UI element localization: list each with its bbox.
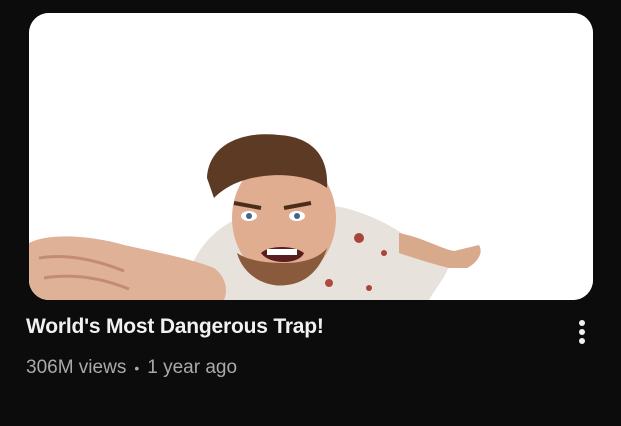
video-title[interactable]: World's Most Dangerous Trap! — [26, 315, 546, 339]
more-options-button[interactable] — [566, 316, 598, 348]
video-thumbnail[interactable] — [29, 13, 593, 300]
meta-separator: • — [134, 360, 140, 376]
view-count: 306M views — [26, 357, 127, 378]
more-vert-icon — [579, 320, 585, 344]
thumbnail-image — [29, 13, 593, 300]
upload-age: 1 year ago — [147, 357, 238, 378]
video-metadata: 306M views • 1 year ago — [26, 357, 237, 379]
video-card: World's Most Dangerous Trap! 306M views … — [0, 0, 621, 426]
